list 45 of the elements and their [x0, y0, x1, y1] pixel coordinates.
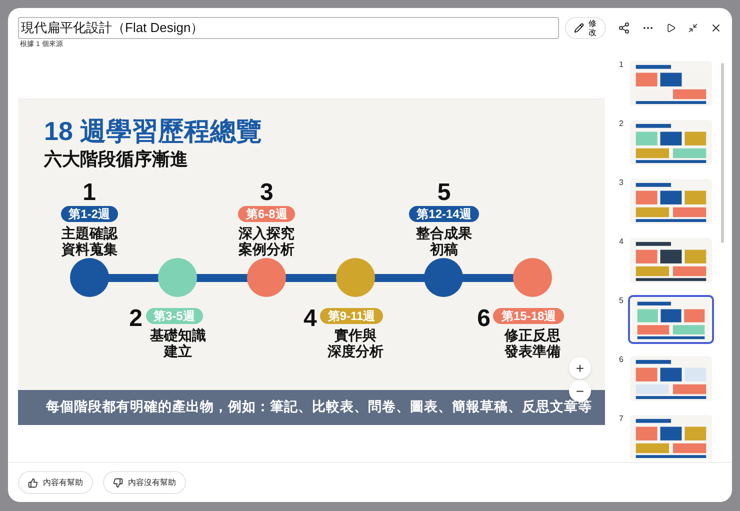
slide-number: 1 — [619, 58, 624, 70]
stage-label: 實作與 — [334, 326, 376, 343]
share-icon[interactable] — [618, 22, 630, 34]
stage-label: 初稿 — [430, 240, 458, 257]
stage-label: 案例分析 — [238, 240, 295, 257]
scrollbar[interactable] — [721, 62, 724, 242]
stage-label: 整合成果 — [416, 224, 472, 241]
not-helpful-button[interactable]: 內容沒有幫助 — [103, 471, 186, 494]
slide-subtitle: 六大階段循序漸進 — [44, 148, 189, 170]
close-icon[interactable] — [710, 22, 722, 34]
slide-number: 7 — [619, 412, 624, 424]
week-badge: 第1-2週 — [60, 206, 118, 222]
stage-label: 資料蒐集 — [61, 240, 118, 257]
slide-number: 5 — [619, 294, 624, 306]
play-icon[interactable] — [666, 23, 676, 33]
stage-label: 修正反思 — [504, 326, 561, 343]
stage-label: 主題確認 — [61, 224, 118, 241]
week-badge: 第3-5週 — [146, 308, 203, 324]
stage-number: 2 — [129, 306, 142, 332]
slide-title: 18 週學習歷程總覽 — [44, 116, 264, 146]
stage-label: 深度分析 — [327, 342, 384, 359]
week-badge: 第6-8週 — [238, 206, 296, 222]
week-badge: 第15-18週 — [493, 308, 564, 324]
stage-label: 基礎知識 — [150, 326, 206, 343]
slide-number: 6 — [619, 354, 624, 366]
stage-label: 發表準備 — [504, 342, 561, 359]
week-badge: 第12-14週 — [408, 206, 480, 222]
helpful-button[interactable]: 內容有幫助 — [18, 471, 93, 494]
collapse-icon[interactable] — [688, 23, 698, 33]
edit-button[interactable]: 修改 — [565, 17, 606, 39]
stage-number: 4 — [303, 306, 317, 332]
stage-label: 建立 — [164, 342, 192, 359]
thumbs-down-icon — [113, 478, 123, 488]
thumbs-up-icon — [28, 478, 38, 488]
week-badge: 第9-11週 — [320, 308, 384, 324]
slide-number: 3 — [619, 176, 624, 188]
title-field[interactable]: 現代扁平化設計（Flat Design） — [18, 17, 559, 39]
pencil-icon — [574, 23, 584, 33]
stage-number: 1 — [82, 180, 96, 206]
stage-label: 深入探究 — [238, 224, 295, 241]
stage-number: 5 — [437, 180, 451, 206]
slide-number: 2 — [619, 118, 624, 130]
stage-number: 6 — [477, 306, 490, 332]
stage-number: 3 — [260, 180, 274, 206]
slide-number: 4 — [619, 236, 624, 248]
